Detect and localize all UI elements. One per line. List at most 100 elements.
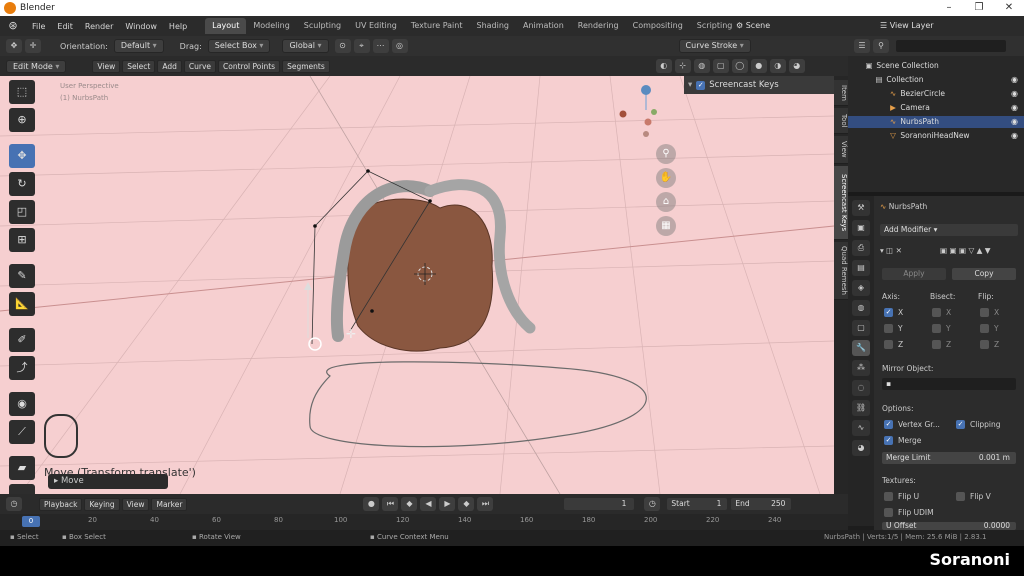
zoom-icon[interactable]: ⚲ xyxy=(656,144,676,164)
outliner-row-nurbspath[interactable]: ∿ NurbsPath ◉ xyxy=(848,116,1024,128)
tab-texture-paint[interactable]: Texture Paint xyxy=(404,18,470,34)
bisect-y-checkbox[interactable] xyxy=(932,324,941,333)
snap-icon[interactable]: ⌖ xyxy=(353,39,370,53)
maximize-button[interactable]: ❐ xyxy=(964,0,994,16)
tab-shading[interactable]: Shading xyxy=(469,18,516,34)
shading-material-icon[interactable]: ◑ xyxy=(769,59,786,73)
copy-button[interactable]: Copy xyxy=(952,268,1016,280)
bisect-z-checkbox[interactable] xyxy=(932,340,941,349)
prev-keyframe-icon[interactable]: ◆ xyxy=(401,497,418,511)
draw-curve-icon[interactable]: ✐ xyxy=(9,328,35,352)
timeline-ruler[interactable]: 0 20 40 60 80 100 120 140 160 180 200 22… xyxy=(0,514,848,530)
menu-window[interactable]: Window xyxy=(119,22,163,31)
sidetab-quad-remesh[interactable]: Quad Remesh xyxy=(834,242,848,300)
mode-dropdown[interactable]: Edit Mode xyxy=(6,59,67,73)
scene-properties-icon[interactable]: ◈ xyxy=(852,280,870,296)
play-reverse-icon[interactable]: ◀ xyxy=(420,497,437,511)
outliner-search-input[interactable] xyxy=(896,40,1006,52)
curve-stroke-dropdown[interactable]: Curve Stroke xyxy=(678,39,751,53)
physics-properties-icon[interactable]: ◌ xyxy=(852,380,870,396)
filter-icon[interactable]: ⚲ xyxy=(873,39,889,53)
apply-button[interactable]: Apply xyxy=(882,268,946,280)
tab-layout[interactable]: Layout xyxy=(205,18,247,34)
control-point[interactable] xyxy=(313,224,317,228)
tilt-icon[interactable]: ⟋ xyxy=(9,420,35,444)
sidetab-view[interactable]: View xyxy=(834,136,848,164)
move-tool-icon[interactable]: ✛ xyxy=(25,39,41,53)
flip-udim-checkbox[interactable] xyxy=(884,508,893,517)
eye-icon[interactable]: ◉ xyxy=(1011,116,1018,128)
playhead[interactable]: 0 xyxy=(22,516,40,527)
menu-keying[interactable]: Keying xyxy=(84,497,120,511)
camera-view-icon[interactable]: ⌂ xyxy=(656,192,676,212)
tab-animation[interactable]: Animation xyxy=(516,18,571,34)
record-icon[interactable]: ● xyxy=(363,497,380,511)
menu-add[interactable]: Add xyxy=(157,59,182,73)
menu-control-points[interactable]: Control Points xyxy=(218,59,281,73)
flip-v-checkbox[interactable] xyxy=(956,492,965,501)
menu-file[interactable]: File xyxy=(26,22,51,31)
eye-icon[interactable]: ◉ xyxy=(1011,102,1018,114)
randomize-icon[interactable]: ▰ xyxy=(9,456,35,480)
flip-x-checkbox[interactable] xyxy=(980,308,989,317)
tab-scripting[interactable]: Scripting xyxy=(690,18,740,34)
view-layer-selector[interactable]: ☰ View Layer xyxy=(880,18,934,34)
preview-range-icon[interactable]: ◷ xyxy=(644,497,661,511)
menu-view[interactable]: View xyxy=(92,59,121,73)
overlay-icon[interactable]: ◍ xyxy=(693,59,710,73)
outliner-row-soranoniheadnew[interactable]: ▽ SoranoniHeadNew ◉ xyxy=(848,130,1024,142)
bezier-circle[interactable] xyxy=(309,361,647,448)
view-layer-properties-icon[interactable]: ▤ xyxy=(852,260,870,276)
flip-z-checkbox[interactable] xyxy=(980,340,989,349)
axis-z-checkbox[interactable] xyxy=(884,340,893,349)
menu-render[interactable]: Render xyxy=(79,22,119,31)
move-operator-panel[interactable]: ▸ Move xyxy=(48,474,168,489)
transform-orientation-dropdown[interactable]: Global xyxy=(282,39,329,53)
clipping-checkbox[interactable]: ✓ xyxy=(956,420,965,429)
head-mesh[interactable] xyxy=(347,198,494,352)
modifier-properties-icon[interactable]: 🔧 xyxy=(852,340,870,356)
tab-sculpting[interactable]: Sculpting xyxy=(297,18,348,34)
scene-collection-row[interactable]: ▣ Scene Collection xyxy=(848,60,1024,72)
menu-curve[interactable]: Curve xyxy=(183,59,217,73)
selected-control-point[interactable] xyxy=(308,337,322,351)
outliner-row-beziercircle[interactable]: ∿ BezierCircle ◉ xyxy=(848,88,1024,100)
menu-timeline-view[interactable]: View xyxy=(121,497,150,511)
visibility-icon[interactable]: ◐ xyxy=(655,59,672,73)
pan-hand-icon[interactable]: ✋ xyxy=(656,168,676,188)
u-offset-field[interactable]: U Offset 0.0000 xyxy=(882,522,1016,530)
shading-wireframe-icon[interactable]: ◯ xyxy=(731,59,748,73)
menu-select[interactable]: Select xyxy=(122,59,156,73)
merge-checkbox[interactable]: ✓ xyxy=(884,436,893,445)
render-properties-icon[interactable]: ▣ xyxy=(852,220,870,236)
data-properties-icon[interactable]: ∿ xyxy=(852,420,870,436)
control-point[interactable] xyxy=(366,169,370,173)
move-gizmo-tip[interactable] xyxy=(304,282,312,290)
jump-end-icon[interactable]: ⏭ xyxy=(477,497,494,511)
cursor-icon[interactable]: ⊕ xyxy=(9,108,35,132)
menu-playback[interactable]: Playback xyxy=(39,497,83,511)
minimize-button[interactable]: – xyxy=(934,0,964,16)
shading-rendered-icon[interactable]: ◕ xyxy=(788,59,805,73)
outliner-row-collection[interactable]: ▤ Collection ◉ xyxy=(848,74,1024,86)
panel-collapse-icon[interactable]: ▾ xyxy=(688,80,692,90)
move-icon[interactable]: ✥ xyxy=(9,144,35,168)
scene-selector[interactable]: ⚙ Scene xyxy=(736,18,770,34)
tab-compositing[interactable]: Compositing xyxy=(626,18,690,34)
tab-uv-editing[interactable]: UV Editing xyxy=(348,18,404,34)
active-tool-icon[interactable]: ✥ xyxy=(6,39,22,53)
flip-u-checkbox[interactable] xyxy=(884,492,893,501)
outliner-editor-type-icon[interactable]: ☰ xyxy=(854,39,870,53)
proportional-edit-icon[interactable]: ◎ xyxy=(391,39,408,53)
vertex-groups-checkbox[interactable]: ✓ xyxy=(884,420,893,429)
xray-icon[interactable]: ▢ xyxy=(712,59,729,73)
eye-icon[interactable]: ◉ xyxy=(1011,74,1018,86)
flip-y-checkbox[interactable] xyxy=(980,324,989,333)
add-modifier-dropdown[interactable]: Add Modifier ▾ xyxy=(880,224,1018,236)
menu-help[interactable]: Help xyxy=(163,22,193,31)
sidetab-screencast-keys[interactable]: Screencast Keys xyxy=(834,166,848,240)
start-frame-field[interactable]: Start 1 xyxy=(667,498,728,510)
mirror-object-field[interactable]: ▪ xyxy=(882,378,1016,390)
current-frame-field[interactable]: 1 xyxy=(564,498,635,510)
eye-icon[interactable]: ◉ xyxy=(1011,88,1018,100)
